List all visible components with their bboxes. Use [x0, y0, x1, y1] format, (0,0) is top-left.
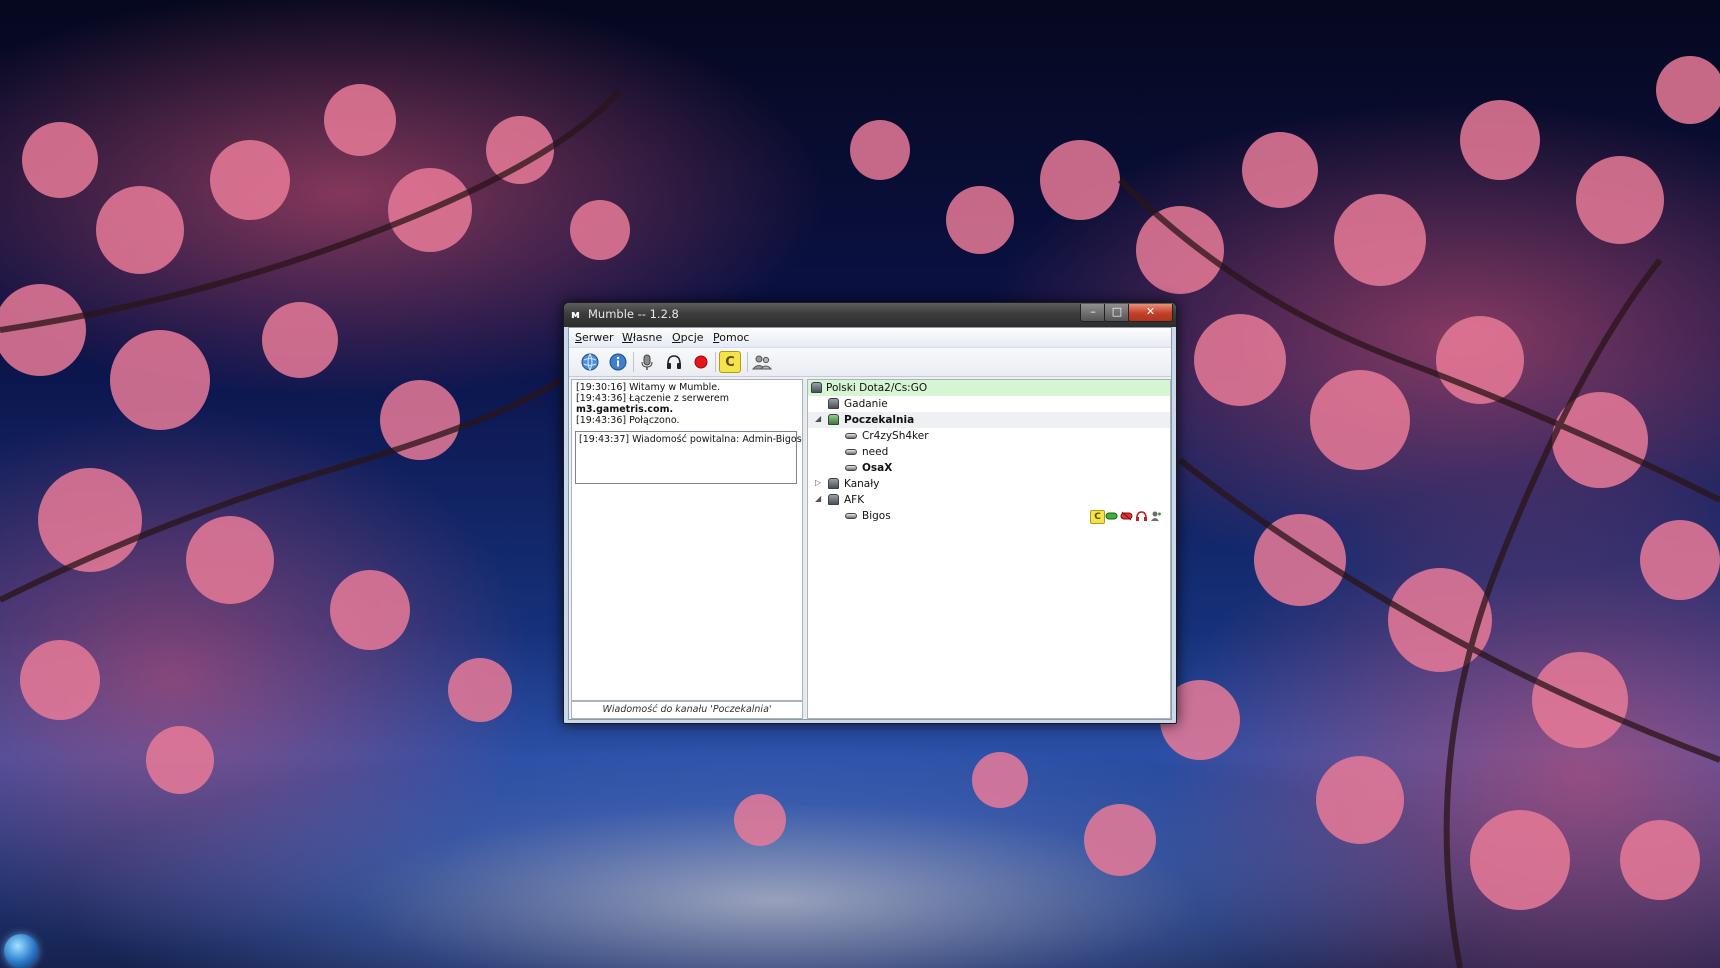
- channel-kanaly[interactable]: ▷ Kanały: [808, 476, 1170, 492]
- self-deafened-icon: [1135, 510, 1148, 522]
- log-pane[interactable]: [19:30:16] Witamy w Mumble. [19:43:36] Ł…: [571, 379, 803, 701]
- comment-icon: C: [1090, 510, 1105, 524]
- channel-afk[interactable]: ◢ AFK: [808, 492, 1170, 508]
- mumble-icon: ᴍ: [571, 308, 580, 321]
- tree-label: AFK: [844, 494, 865, 506]
- start-button[interactable]: [4, 934, 38, 968]
- chat-input[interactable]: Wiadomość do kanału 'Poczekalnia': [571, 701, 803, 719]
- channel-gadanie[interactable]: Gadanie: [808, 396, 1170, 412]
- deafen-headphones-icon[interactable]: [663, 351, 685, 373]
- menu-wlasne[interactable]: Własne: [622, 331, 662, 344]
- connect-globe-icon[interactable]: [579, 351, 601, 373]
- channel-tree[interactable]: Polski Dota2/Cs:GO Gadanie ◢ Poczekalnia…: [807, 379, 1171, 719]
- user-row[interactable]: need: [808, 444, 1170, 460]
- window-title: Mumble -- 1.2.8: [588, 307, 679, 321]
- log-line: [19:43:36] Łączenie z serwerem: [576, 393, 729, 404]
- toolbar: C: [569, 348, 1171, 377]
- toolbar-separator: [633, 352, 634, 372]
- record-icon[interactable]: [690, 351, 712, 373]
- expand-arrow-icon[interactable]: ◢: [815, 414, 821, 423]
- user-row[interactable]: Cr4zySh4ker: [808, 428, 1170, 444]
- muted-icon: [1105, 510, 1118, 522]
- menu-serwer[interactable]: Serwer: [575, 331, 614, 344]
- info-icon[interactable]: [607, 351, 629, 373]
- user-name: need: [862, 446, 889, 458]
- user-name: Cr4zySh4ker: [862, 430, 929, 442]
- welcome-message-box: [19:43:37] Wiadomość powitalna: Admin-Bi…: [575, 431, 802, 484]
- tree-label: Polski Dota2/Cs:GO: [826, 382, 928, 394]
- client-area: Serwer Własne Opcje Pomoc C [19:30:16] W…: [568, 327, 1172, 720]
- mute-self-icon[interactable]: [636, 351, 658, 373]
- user-name: Bigos: [862, 510, 891, 522]
- menu-opcje[interactable]: Opcje: [672, 331, 704, 344]
- minimize-button[interactable]: –: [1080, 304, 1106, 322]
- toolbar-separator: [715, 352, 716, 372]
- deafened-icon: [1120, 510, 1133, 522]
- channel-icon: [811, 382, 822, 393]
- pane-splitter[interactable]: [803, 379, 806, 717]
- user-talking-off-icon: [845, 433, 857, 439]
- comment-icon[interactable]: C: [719, 351, 741, 373]
- user-talking-off-icon: [845, 449, 857, 455]
- collapse-arrow-icon[interactable]: ▷: [815, 478, 821, 487]
- title-bar[interactable]: ᴍ Mumble -- 1.2.8 – □ ✕: [564, 303, 1176, 327]
- channel-icon: [828, 494, 839, 505]
- user-talking-off-icon: [845, 465, 857, 471]
- maximize-button[interactable]: □: [1104, 304, 1130, 322]
- current-channel-icon: [828, 414, 839, 425]
- menu-pomoc[interactable]: Pomoc: [713, 331, 749, 344]
- authenticated-icon: [1150, 510, 1163, 522]
- chat-placeholder: Wiadomość do kanału 'Poczekalnia': [602, 704, 772, 715]
- mumble-window: ᴍ Mumble -- 1.2.8 – □ ✕ Serwer Własne Op…: [563, 302, 1177, 724]
- log-line: [19:30:16] Witamy w Mumble.: [576, 382, 721, 393]
- user-name: OsaX: [862, 462, 893, 474]
- user-talking-off-icon: [845, 513, 857, 519]
- user-row[interactable]: Bigos C: [808, 508, 1170, 524]
- menu-bar: Serwer Własne Opcje Pomoc: [569, 328, 1171, 348]
- tree-label: Poczekalnia: [844, 414, 915, 426]
- expand-arrow-icon[interactable]: ◢: [815, 494, 821, 503]
- channel-poczekalnia[interactable]: ◢ Poczekalnia: [808, 412, 1170, 428]
- tree-root-server[interactable]: Polski Dota2/Cs:GO: [808, 380, 1170, 396]
- configure-users-icon[interactable]: [751, 351, 773, 373]
- welcome-message: [19:43:37] Wiadomość powitalna: Admin-Bi…: [579, 434, 802, 445]
- log-line: [19:43:36] Połączono.: [576, 415, 680, 426]
- channel-icon: [828, 478, 839, 489]
- channel-icon: [828, 398, 839, 409]
- close-button[interactable]: ✕: [1128, 304, 1173, 322]
- user-row-self[interactable]: OsaX: [808, 460, 1170, 476]
- log-server-link[interactable]: m3.gametris.com.: [576, 404, 673, 415]
- toolbar-separator: [747, 352, 748, 372]
- tree-label: Gadanie: [844, 398, 888, 410]
- tree-label: Kanały: [844, 478, 880, 490]
